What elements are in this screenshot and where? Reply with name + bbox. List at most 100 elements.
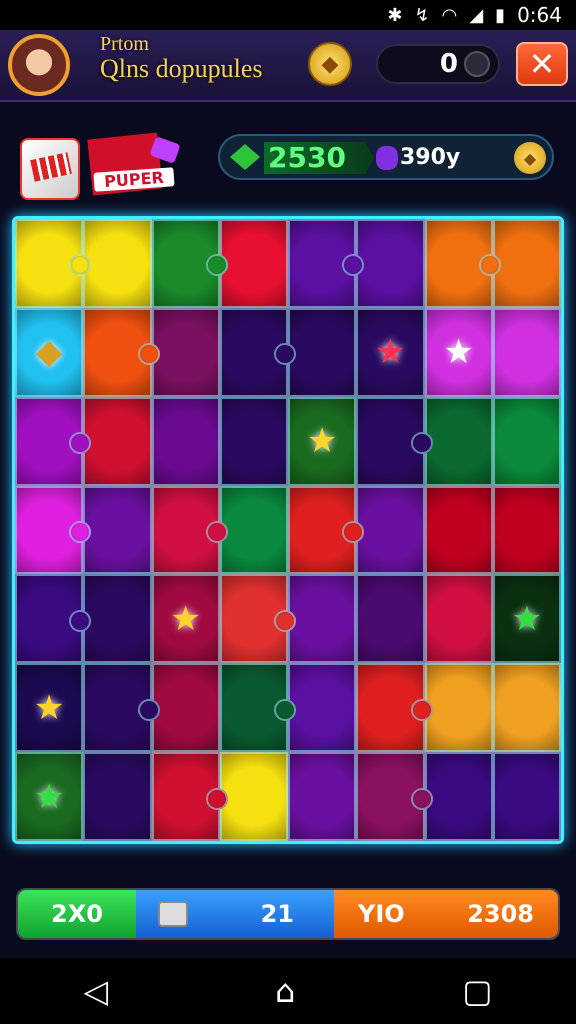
- puzzle-piece[interactable]: [288, 219, 365, 308]
- puzzle-piece[interactable]: [424, 663, 493, 753]
- puzzle-piece[interactable]: [15, 396, 92, 486]
- score-value: 0: [439, 49, 458, 79]
- reward-button[interactable]: YIO 2308: [334, 890, 558, 938]
- close-icon: ✕: [528, 45, 556, 83]
- puzzle-piece[interactable]: [424, 396, 493, 486]
- home-icon[interactable]: ⌂: [275, 972, 295, 1010]
- player-avatar[interactable]: [8, 34, 70, 96]
- puzzle-piece[interactable]: [83, 396, 152, 486]
- puzzle-piece[interactable]: [288, 752, 357, 841]
- puzzle-piece[interactable]: ★: [356, 307, 425, 397]
- puzzle-piece[interactable]: [356, 574, 425, 664]
- puzzle-piece[interactable]: [15, 219, 92, 308]
- star-icon: ★: [33, 687, 65, 728]
- puzzle-piece[interactable]: [492, 663, 561, 753]
- puzzle-knob: [274, 698, 296, 721]
- puzzle-piece[interactable]: [15, 485, 92, 575]
- close-button[interactable]: ✕: [516, 42, 568, 86]
- puzzle-piece[interactable]: [219, 219, 288, 308]
- puzzle-piece[interactable]: [356, 219, 425, 308]
- puzzle-piece[interactable]: [151, 219, 228, 308]
- puzzle-piece[interactable]: [83, 752, 152, 841]
- inventory-value: 21: [260, 900, 294, 928]
- title-line-2: Qlns dopupules: [100, 54, 263, 83]
- puzzle-piece[interactable]: [151, 485, 228, 575]
- purple-gem-icon: [376, 146, 398, 170]
- puzzle-piece[interactable]: [219, 663, 296, 753]
- booster-card-button[interactable]: PUPER: [87, 132, 186, 198]
- puzzle-knob: [137, 343, 160, 366]
- puzzle-piece[interactable]: ★: [424, 307, 493, 397]
- puzzle-piece[interactable]: [151, 752, 228, 841]
- reward-value: 2308: [467, 900, 534, 928]
- battery-icon: ▮: [495, 4, 506, 26]
- title-line-1: Prtom: [100, 33, 149, 55]
- puzzle-piece[interactable]: [492, 307, 561, 397]
- puzzle-piece[interactable]: [424, 574, 493, 664]
- puzzle-piece[interactable]: [288, 663, 357, 753]
- puzzle-piece[interactable]: ★: [492, 574, 561, 664]
- top-bar: Prtom Qlns dopupules ◆ 0 ✕: [0, 30, 576, 102]
- puzzle-piece[interactable]: [492, 485, 561, 575]
- puzzle-piece[interactable]: [424, 219, 501, 308]
- puzzle-piece[interactable]: [356, 752, 433, 841]
- puzzle-piece[interactable]: [83, 663, 160, 753]
- puzzle-piece[interactable]: [424, 485, 493, 575]
- puzzle-knob: [274, 609, 296, 632]
- signal-icon: ◢: [469, 4, 484, 26]
- multiplier-button[interactable]: 2X0: [18, 890, 136, 938]
- settings-icon: ✱: [387, 4, 403, 26]
- coin-shop-button[interactable]: ◆: [514, 142, 546, 174]
- puzzle-piece[interactable]: [424, 752, 493, 841]
- puzzle-piece[interactable]: [492, 396, 561, 486]
- puzzle-piece[interactable]: [492, 752, 561, 841]
- puzzle-piece[interactable]: ★: [15, 663, 84, 753]
- recents-icon[interactable]: ▢: [462, 972, 492, 1010]
- star-icon: ★: [33, 776, 65, 817]
- star-icon: ★: [443, 332, 474, 373]
- puzzle-piece[interactable]: [356, 485, 425, 575]
- status-bar: ✱ ↯ ◠ ◢ ▮ 0:64: [0, 0, 576, 30]
- puzzle-piece[interactable]: [83, 307, 160, 397]
- puzzle-piece[interactable]: [151, 396, 220, 486]
- green-gem-icon: [230, 144, 260, 170]
- star-icon: ★: [375, 332, 406, 373]
- back-icon[interactable]: ◁: [83, 972, 108, 1010]
- puzzle-piece[interactable]: [83, 574, 152, 664]
- puzzle-piece[interactable]: [356, 396, 433, 486]
- booster-candy-button[interactable]: [20, 138, 80, 200]
- bag-icon: [158, 901, 188, 927]
- puzzle-piece[interactable]: [492, 219, 561, 308]
- puzzle-piece[interactable]: [151, 663, 220, 753]
- puzzle-piece[interactable]: [288, 307, 357, 397]
- puzzle-piece[interactable]: [356, 663, 433, 753]
- green-resource-value: 2530: [264, 142, 374, 174]
- puzzle-piece[interactable]: [219, 307, 296, 397]
- puzzle-piece[interactable]: ★: [151, 574, 220, 664]
- puzzle-piece[interactable]: [219, 574, 296, 664]
- puzzle-piece[interactable]: [219, 752, 288, 841]
- puzzle-knob: [205, 520, 228, 543]
- puzzle-piece[interactable]: ★: [288, 396, 357, 486]
- coin-button[interactable]: ◆: [308, 42, 352, 86]
- purple-resource-value: 390y: [400, 145, 461, 170]
- puzzle-piece[interactable]: [288, 485, 365, 575]
- timer-icon: [464, 51, 490, 77]
- puzzle-piece[interactable]: [151, 307, 220, 397]
- puzzle-piece[interactable]: ★: [15, 752, 84, 841]
- puzzle-piece[interactable]: [83, 485, 152, 575]
- puzzle-piece[interactable]: ◆: [15, 307, 84, 397]
- android-nav-bar: ◁ ⌂ ▢: [0, 958, 576, 1024]
- puzzle-knob: [410, 787, 433, 810]
- multiplier-label: 2X0: [51, 900, 103, 928]
- puzzle-piece[interactable]: [15, 574, 92, 664]
- puzzle-board: ◆ ★ ★ ★ ★ ★ ★ ★: [12, 216, 564, 844]
- coin-icon: ◆: [523, 148, 537, 168]
- puzzle-piece[interactable]: [288, 574, 357, 664]
- puzzle-knob: [69, 609, 92, 632]
- puzzle-piece[interactable]: [83, 219, 152, 308]
- puzzle-piece[interactable]: [219, 396, 288, 486]
- puzzle-piece[interactable]: [219, 485, 288, 575]
- star-icon: ★: [511, 598, 543, 639]
- inventory-button[interactable]: 21: [136, 890, 334, 938]
